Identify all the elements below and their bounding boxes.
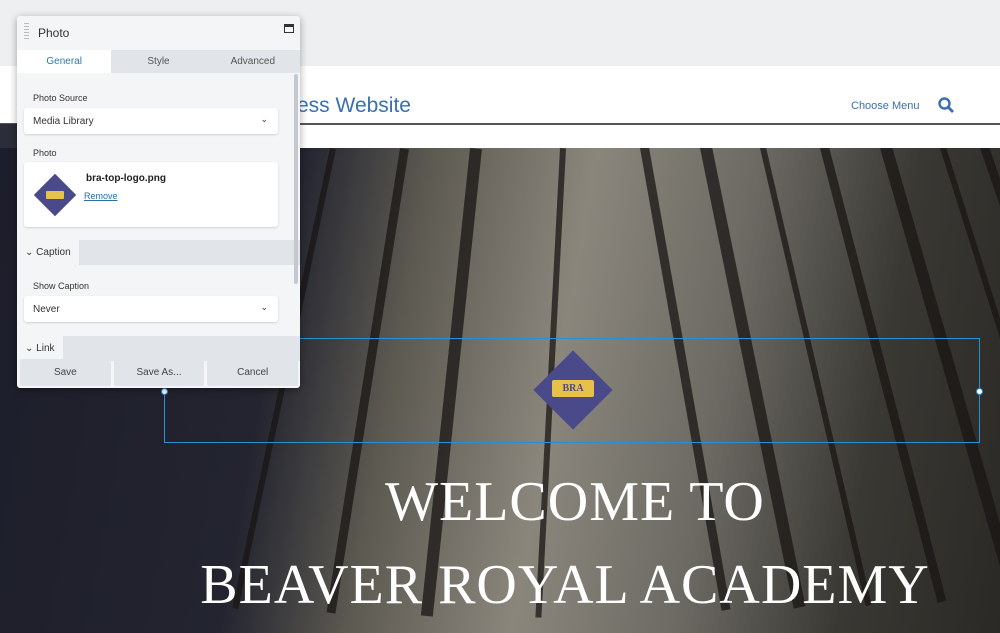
photo-label: Photo: [33, 148, 57, 158]
chevron-down-icon: ⌄: [260, 302, 268, 312]
panel-actions: Save Save As... Cancel: [20, 359, 299, 386]
caption-section[interactable]: ⌄ Caption: [17, 240, 300, 265]
resize-handle-right[interactable]: [976, 388, 983, 395]
bra-logo-crown: BRA: [552, 380, 594, 397]
panel-title: Photo: [38, 26, 70, 40]
show-caption-label: Show Caption: [33, 281, 90, 291]
link-section-header: ⌄ Link: [17, 336, 63, 361]
photo-settings-panel: Photo General Style Advanced Photo Sourc…: [17, 16, 300, 388]
caption-section-header: ⌄ Caption: [17, 240, 79, 265]
cancel-button[interactable]: Cancel: [207, 359, 299, 386]
hero-heading-line1: WELCOME TO: [385, 471, 765, 533]
photo-filename: bra-top-logo.png: [86, 173, 166, 184]
crown-icon: [46, 191, 64, 199]
panel-scrollbar[interactable]: [294, 74, 298, 284]
photo-source-select[interactable]: Media Library ⌄: [24, 108, 278, 134]
photo-source-value: Media Library: [33, 116, 94, 127]
photo-source-label: Photo Source: [33, 93, 88, 103]
remove-photo-link[interactable]: Remove: [84, 191, 118, 201]
tab-advanced[interactable]: Advanced: [206, 50, 300, 73]
tab-style[interactable]: Style: [111, 50, 205, 73]
save-button[interactable]: Save: [20, 359, 111, 386]
tab-general[interactable]: General: [17, 50, 112, 73]
link-section[interactable]: ⌄ Link: [17, 336, 300, 361]
search-icon[interactable]: [938, 97, 954, 118]
caption-section-label: Caption: [36, 247, 71, 258]
show-caption-select[interactable]: Never ⌄: [24, 296, 278, 322]
hero-heading-line2: BEAVER ROYAL ACADEMY: [200, 554, 930, 616]
panel-tabs: General Style Advanced: [17, 50, 300, 73]
photo-field[interactable]: bra-top-logo.png Remove: [24, 162, 278, 227]
resize-handle-left[interactable]: [161, 388, 168, 395]
chevron-down-icon: ⌄: [25, 343, 34, 354]
link-section-label: Link: [36, 343, 55, 354]
save-as-button[interactable]: Save As...: [113, 359, 205, 386]
chevron-down-icon: ⌄: [260, 114, 268, 124]
maximize-icon[interactable]: [284, 24, 294, 33]
show-caption-value: Never: [33, 304, 60, 315]
site-title[interactable]: ress Website: [290, 94, 411, 118]
chevron-down-icon: ⌄: [25, 247, 34, 258]
choose-menu-link[interactable]: Choose Menu: [851, 100, 920, 112]
drag-handle-icon[interactable]: [24, 23, 29, 41]
